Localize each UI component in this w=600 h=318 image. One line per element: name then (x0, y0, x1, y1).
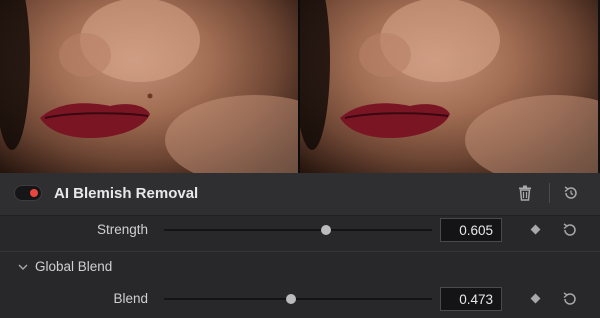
global-blend-group[interactable]: Global Blend (0, 251, 600, 282)
effect-enable-toggle[interactable] (14, 185, 42, 201)
blend-slider[interactable] (164, 294, 432, 304)
blend-reset-icon[interactable] (561, 290, 579, 308)
strength-row: Strength 0.605 (0, 214, 600, 246)
blend-row: Blend 0.473 (0, 283, 600, 315)
strength-slider[interactable] (164, 225, 432, 235)
preview-result-image (300, 0, 598, 173)
blend-value-field[interactable]: 0.473 (440, 287, 502, 311)
strength-slider-handle[interactable] (321, 225, 332, 235)
blend-label: Blend (113, 291, 148, 306)
chevron-down-icon[interactable] (18, 262, 28, 272)
strength-label: Strength (96, 222, 148, 237)
blend-keyframe-icon[interactable] (530, 293, 541, 304)
effect-panel: AI Blemish Removal Strength 0.605 Global… (0, 173, 600, 318)
enabled-indicator (30, 189, 38, 197)
preview-original-image (0, 0, 298, 173)
effect-title: AI Blemish Removal (54, 185, 199, 202)
reset-effect-icon[interactable] (562, 184, 580, 202)
strength-value-field[interactable]: 0.605 (440, 218, 502, 242)
strength-keyframe-icon[interactable] (530, 224, 541, 235)
global-blend-label: Global Blend (35, 259, 113, 274)
strength-reset-icon[interactable] (561, 221, 579, 239)
trash-icon[interactable] (516, 184, 534, 202)
header-separator (549, 183, 550, 203)
effect-header: AI Blemish Removal (0, 173, 600, 216)
viewer (0, 0, 600, 173)
blend-slider-handle[interactable] (285, 294, 296, 304)
